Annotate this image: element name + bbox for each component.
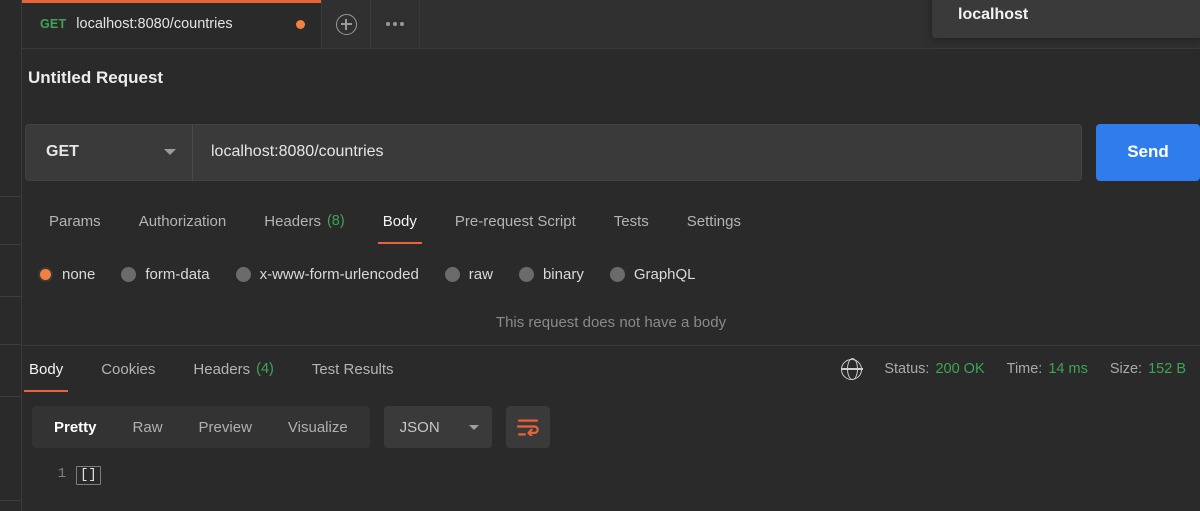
url-input[interactable]: localhost:8080/countries <box>193 125 1081 180</box>
chevron-down-icon <box>164 149 176 155</box>
globe-icon[interactable] <box>841 359 862 380</box>
body-type-none[interactable]: none <box>38 266 95 283</box>
line-number: 1 <box>22 466 76 511</box>
word-wrap-button[interactable] <box>506 406 550 448</box>
response-toolbar: Pretty Raw Preview Visualize JSON <box>22 398 1200 456</box>
view-mode-pretty[interactable]: Pretty <box>36 406 115 448</box>
request-tab-label: localhost:8080/countries <box>76 16 286 32</box>
tab-authorization[interactable]: Authorization <box>120 198 246 244</box>
tab-body-label: Body <box>383 213 417 230</box>
postman-window: GET localhost:8080/countries localhost U… <box>0 0 1200 511</box>
radio-icon <box>38 267 53 282</box>
radio-icon <box>445 267 460 282</box>
response-tab-test-results[interactable]: Test Results <box>293 346 413 392</box>
tab-params-label: Params <box>49 213 101 230</box>
tab-headers-label: Headers <box>264 213 321 230</box>
new-tab-button[interactable] <box>322 0 371 48</box>
response-tab-headers-label: Headers <box>193 361 250 378</box>
request-tab-method: GET <box>40 17 66 31</box>
size-label: Size: <box>1110 361 1142 377</box>
tab-settings-label: Settings <box>687 213 741 230</box>
response-tab-headers-count: (4) <box>256 361 274 377</box>
plus-circle-icon <box>336 14 357 35</box>
url-bar-row: GET localhost:8080/countries Send <box>22 122 1200 182</box>
body-type-binary-label: binary <box>543 266 584 283</box>
tab-tests[interactable]: Tests <box>595 198 668 244</box>
body-type-urlencoded-label: x-www-form-urlencoded <box>260 266 419 283</box>
response-format-label: JSON <box>400 419 440 436</box>
tab-params[interactable]: Params <box>30 198 120 244</box>
request-tab-active[interactable]: GET localhost:8080/countries <box>22 0 322 48</box>
http-method-label: GET <box>46 143 79 161</box>
tab-body[interactable]: Body <box>364 198 436 244</box>
tab-authorization-label: Authorization <box>139 213 227 230</box>
request-title-row: Untitled Request <box>22 49 1200 107</box>
time-badge: Time: 14 ms <box>1007 361 1088 377</box>
radio-icon <box>236 267 251 282</box>
body-type-options: none form-data x-www-form-urlencoded raw… <box>22 252 1200 296</box>
response-tab-cookies[interactable]: Cookies <box>82 346 174 392</box>
response-body-line: [] <box>76 466 101 511</box>
tab-pre-request-script-label: Pre-request Script <box>455 213 576 230</box>
response-format-select[interactable]: JSON <box>384 406 492 448</box>
url-bar: GET localhost:8080/countries <box>25 124 1082 181</box>
response-tabs: Body Cookies Headers (4) Test Results <box>0 346 413 392</box>
tab-tests-label: Tests <box>614 213 649 230</box>
body-type-graphql-label: GraphQL <box>634 266 696 283</box>
sidebar-edge <box>0 0 22 511</box>
response-tab-test-results-label: Test Results <box>312 361 394 378</box>
radio-icon <box>610 267 625 282</box>
time-value: 14 ms <box>1048 361 1088 377</box>
tab-settings[interactable]: Settings <box>668 198 760 244</box>
word-wrap-icon <box>517 418 539 436</box>
tab-pre-request-script[interactable]: Pre-request Script <box>436 198 595 244</box>
page-title[interactable]: Untitled Request <box>28 68 163 88</box>
radio-icon <box>519 267 534 282</box>
send-button[interactable]: Send <box>1096 124 1200 181</box>
body-type-graphql[interactable]: GraphQL <box>610 266 696 283</box>
chevron-down-icon <box>469 425 479 430</box>
http-method-select[interactable]: GET <box>26 125 193 180</box>
response-meta: Status: 200 OK Time: 14 ms Size: 152 B <box>841 346 1186 392</box>
size-badge: Size: 152 B <box>1110 361 1186 377</box>
body-type-urlencoded[interactable]: x-www-form-urlencoded <box>236 266 419 283</box>
radio-icon <box>121 267 136 282</box>
response-tab-headers[interactable]: Headers (4) <box>174 346 292 392</box>
empty-body-message: This request does not have a body <box>496 314 726 331</box>
response-header: Body Cookies Headers (4) Test Results St… <box>0 346 1200 392</box>
view-mode-visualize[interactable]: Visualize <box>270 406 366 448</box>
response-body-text: [] <box>76 466 101 485</box>
three-dots-icon <box>386 22 404 26</box>
request-tab-strip: GET localhost:8080/countries localhost <box>0 0 1200 49</box>
request-tabs: Params Authorization Headers (8) Body Pr… <box>22 198 1200 244</box>
response-tab-cookies-label: Cookies <box>101 361 155 378</box>
status-label: Status: <box>884 361 929 377</box>
time-label: Time: <box>1007 361 1043 377</box>
body-type-none-label: none <box>62 266 95 283</box>
tab-options-button[interactable] <box>371 0 420 48</box>
body-type-form-data[interactable]: form-data <box>121 266 209 283</box>
view-mode-preview[interactable]: Preview <box>181 406 270 448</box>
request-body-area: This request does not have a body <box>22 300 1200 346</box>
response-tab-body-label: Body <box>29 361 63 378</box>
status-badge: Status: 200 OK <box>884 361 984 377</box>
size-value: 152 B <box>1148 361 1186 377</box>
response-view-modes: Pretty Raw Preview Visualize <box>32 406 370 448</box>
view-mode-raw[interactable]: Raw <box>115 406 181 448</box>
environment-name: localhost <box>958 6 1200 24</box>
tab-headers-count: (8) <box>327 213 345 229</box>
response-body[interactable]: 1 [] <box>22 456 1200 511</box>
body-type-form-data-label: form-data <box>145 266 209 283</box>
tab-headers[interactable]: Headers (8) <box>245 198 363 244</box>
unsaved-changes-dot-icon <box>296 20 305 29</box>
status-value: 200 OK <box>935 361 984 377</box>
body-type-binary[interactable]: binary <box>519 266 584 283</box>
body-type-raw[interactable]: raw <box>445 266 493 283</box>
body-type-raw-label: raw <box>469 266 493 283</box>
environment-popup[interactable]: localhost <box>932 0 1200 38</box>
